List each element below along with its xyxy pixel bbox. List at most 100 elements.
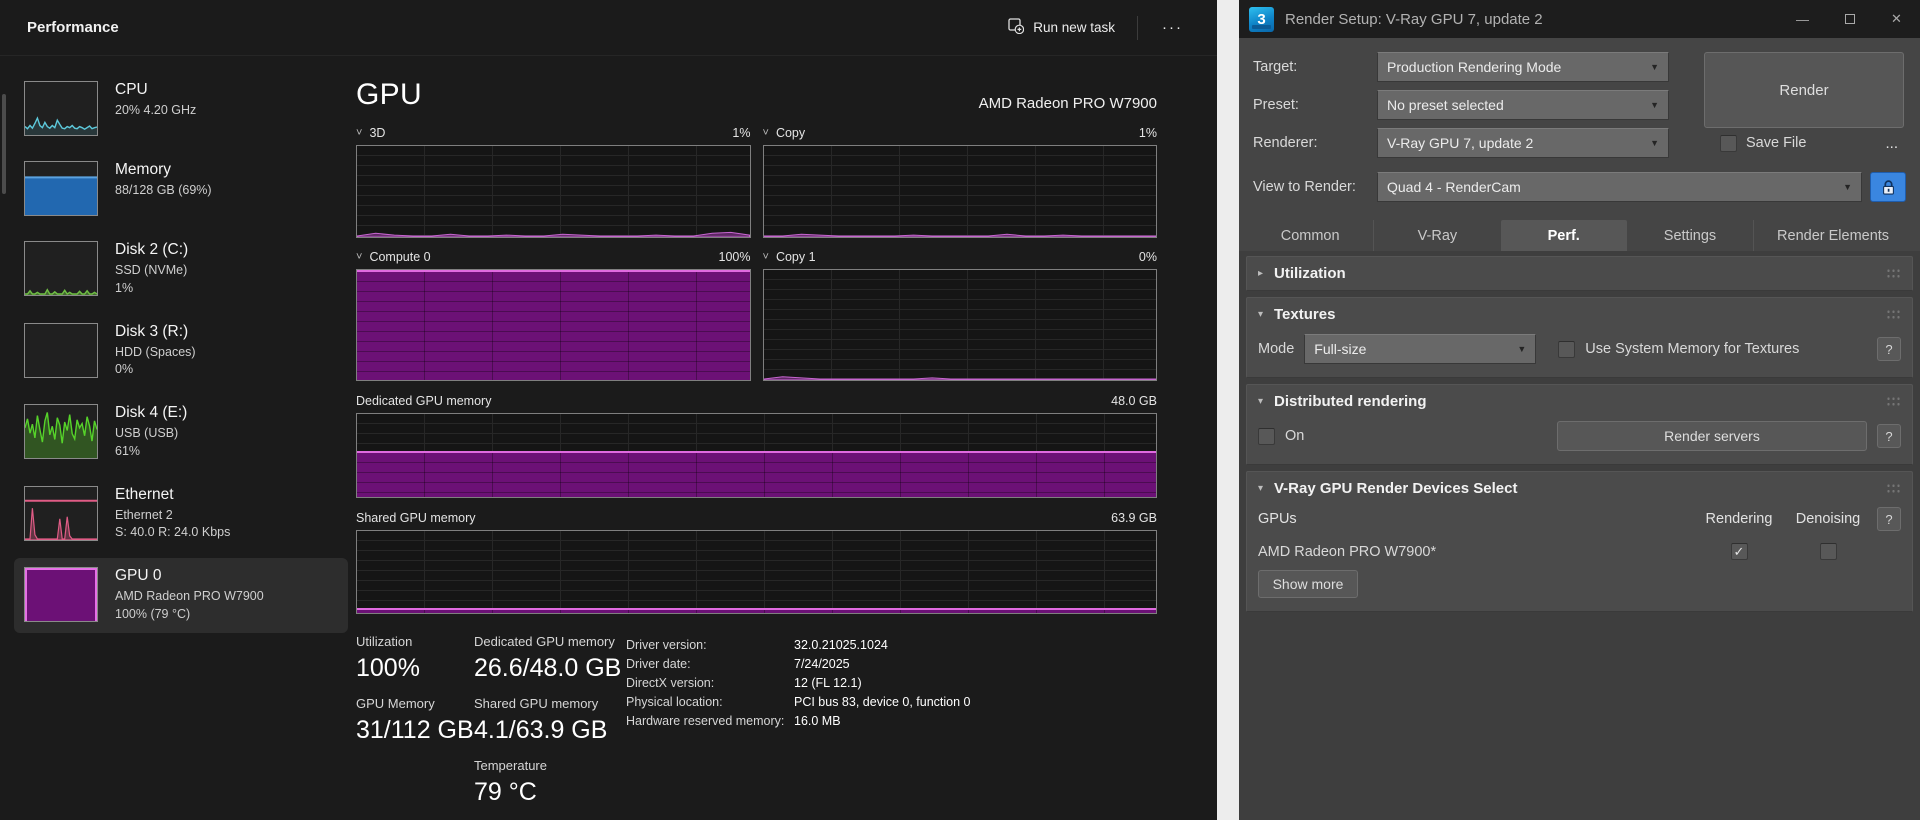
gpu0-sparkline — [24, 567, 98, 622]
chart-copy-label-row: ˅ Copy 1% — [763, 126, 1158, 140]
rollout-distributed-header[interactable]: ▾ Distributed rendering — [1258, 385, 1901, 418]
renderer-dropdown-value: V-Ray GPU 7, update 2 — [1387, 135, 1533, 151]
distributed-on-checkbox[interactable] — [1258, 428, 1275, 445]
detail-value: 12 (FL 12.1) — [794, 674, 862, 693]
detail-key: DirectX version: — [626, 674, 794, 693]
disk4-item-line2: 61% — [115, 443, 187, 461]
3ds-max-icon: 3 — [1249, 7, 1274, 32]
gpu-stats-col2: Dedicated GPU memory 26.6/48.0 GB Shared… — [474, 634, 626, 820]
help-button[interactable]: ? — [1877, 337, 1901, 361]
drag-grip-icon[interactable] — [1886, 309, 1901, 320]
denoising-checkbox[interactable] — [1820, 543, 1837, 560]
chart-3d-label: 3D — [369, 126, 385, 140]
view-to-render-dropdown[interactable]: Quad 4 - RenderCam ▼ — [1377, 172, 1862, 202]
task-manager-body: CPU 20% 4.20 GHz Memory 88/128 GB (69%) … — [0, 56, 1217, 820]
stat-shared-memory-label: Shared GPU memory — [474, 696, 626, 711]
expanded-arrow-icon: ▾ — [1258, 396, 1274, 407]
cpu-item-line1: 20% 4.20 GHz — [115, 102, 196, 120]
sidebar-item-memory[interactable]: Memory 88/128 GB (69%) — [14, 152, 348, 225]
more-options-button[interactable]: ··· — [1148, 15, 1197, 40]
tab-render-elements[interactable]: Render Elements — [1753, 220, 1912, 251]
drag-grip-icon[interactable] — [1886, 396, 1901, 407]
rollout-gpu-devices-header[interactable]: ▾ V-Ray GPU Render Devices Select — [1258, 472, 1901, 505]
tab-vray[interactable]: V-Ray — [1373, 220, 1500, 251]
detail-key: Hardware reserved memory: — [626, 712, 794, 731]
chevron-down-icon[interactable]: ˅ — [356, 252, 362, 263]
shared-memory-label-row: Shared GPU memory 63.9 GB — [356, 511, 1157, 525]
disk2-item-line2: 1% — [115, 280, 188, 298]
dropdown-arrow-icon: ▼ — [1642, 100, 1659, 110]
use-system-memory-label: Use System Memory for Textures — [1585, 341, 1799, 357]
dropdown-arrow-icon: ▼ — [1642, 62, 1659, 72]
render-setup-tabs: Common V-Ray Perf. Settings Render Eleme… — [1247, 220, 1912, 251]
rollout-utilization-header[interactable]: ▸ Utilization — [1258, 257, 1901, 290]
render-button[interactable]: Render — [1704, 52, 1904, 128]
tab-settings[interactable]: Settings — [1627, 220, 1753, 251]
disk2-item-line1: SSD (NVMe) — [115, 262, 188, 280]
chevron-down-icon[interactable]: ˅ — [763, 252, 769, 263]
memory-item-title: Memory — [115, 161, 212, 179]
renderer-row: Renderer: V-Ray GPU 7, update 2 ▼ Save F… — [1253, 128, 1906, 158]
task-manager-window: Performance Run new task ··· — [0, 0, 1217, 820]
performance-sidebar: CPU 20% 4.20 GHz Memory 88/128 GB (69%) … — [0, 56, 356, 820]
stat-gpu-memory-label: GPU Memory — [356, 696, 474, 711]
chart-3d-label-row: ˅ 3D 1% — [356, 126, 751, 140]
detail-directx-version: DirectX version: 12 (FL 12.1) — [626, 674, 1157, 693]
dedicated-memory-label: Dedicated GPU memory — [356, 394, 491, 408]
sidebar-item-gpu0[interactable]: GPU 0 AMD Radeon PRO W7900 100% (79 °C) — [14, 558, 348, 633]
preset-dropdown[interactable]: No preset selected ▼ — [1377, 90, 1669, 120]
engine-charts-row1 — [356, 145, 1157, 238]
render-servers-button[interactable]: Render servers — [1557, 421, 1867, 451]
chart-3d — [356, 145, 751, 238]
drag-grip-icon[interactable] — [1886, 483, 1901, 494]
sidebar-item-cpu[interactable]: CPU 20% 4.20 GHz — [14, 72, 348, 145]
renderer-dropdown[interactable]: V-Ray GPU 7, update 2 ▼ — [1377, 128, 1669, 158]
shared-memory-capacity: 63.9 GB — [1111, 511, 1157, 525]
view-lock-button[interactable] — [1870, 172, 1906, 202]
rollout-utilization: ▸ Utilization — [1246, 256, 1913, 291]
sidebar-item-disk4[interactable]: Disk 4 (E:) USB (USB) 61% — [14, 395, 348, 470]
help-button[interactable]: ? — [1877, 424, 1901, 448]
disk4-item-text: Disk 4 (E:) USB (USB) 61% — [115, 404, 187, 461]
disk4-sparkline — [24, 404, 98, 459]
use-system-memory-checkbox[interactable] — [1558, 341, 1575, 358]
drag-grip-icon[interactable] — [1886, 268, 1901, 279]
sidebar-item-disk3[interactable]: Disk 3 (R:) HDD (Spaces) 0% — [14, 314, 348, 389]
detail-value: PCI bus 83, device 0, function 0 — [794, 693, 971, 712]
rollout-textures-header[interactable]: ▾ Textures — [1258, 298, 1901, 331]
run-new-task-label: Run new task — [1033, 20, 1115, 35]
save-file-checkbox[interactable] — [1720, 135, 1737, 152]
show-more-button[interactable]: Show more — [1258, 570, 1358, 598]
chevron-down-icon[interactable]: ˅ — [356, 128, 362, 139]
disk3-item-line1: HDD (Spaces) — [115, 344, 196, 362]
maximize-button[interactable] — [1826, 0, 1873, 38]
disk2-sparkline — [24, 241, 98, 296]
view-to-render-row: View to Render: Quad 4 - RenderCam ▼ — [1253, 172, 1906, 202]
tab-common[interactable]: Common — [1247, 220, 1373, 251]
close-button[interactable]: ✕ — [1873, 0, 1920, 38]
sidebar-scrollbar[interactable] — [2, 94, 6, 194]
rendering-column-label: Rendering — [1706, 511, 1773, 527]
target-dropdown[interactable]: Production Rendering Mode ▼ — [1377, 52, 1669, 82]
dropdown-arrow-icon: ▼ — [1642, 138, 1659, 148]
texture-mode-dropdown[interactable]: Full-size ▼ — [1304, 334, 1536, 364]
save-file-browse-button[interactable]: ... — [1885, 135, 1906, 152]
chevron-down-icon[interactable]: ˅ — [763, 128, 769, 139]
help-button[interactable]: ? — [1877, 507, 1901, 531]
sidebar-item-disk2[interactable]: Disk 2 (C:) SSD (NVMe) 1% — [14, 232, 348, 307]
gpu-detail-panel: GPU AMD Radeon PRO W7900 ˅ 3D 1% ˅ Copy … — [356, 56, 1217, 820]
run-new-task-button[interactable]: Run new task — [996, 11, 1127, 44]
sidebar-item-ethernet[interactable]: Ethernet Ethernet 2 S: 40.0 R: 24.0 Kbps — [14, 477, 348, 552]
gpu-devices-grid: GPUs Rendering Denoising ? AMD Radeon PR… — [1258, 505, 1901, 566]
stat-temperature-value: 79 °C — [474, 778, 626, 807]
dropdown-arrow-icon: ▼ — [1509, 344, 1526, 354]
stat-shared-memory: Shared GPU memory 4.1/63.9 GB — [474, 696, 626, 745]
minimize-button[interactable]: — — [1779, 0, 1826, 38]
denoising-column-label: Denoising — [1796, 511, 1861, 527]
rollout-distributed-rendering: ▾ Distributed rendering On Render server… — [1246, 384, 1913, 465]
rollout-textures: ▾ Textures Mode Full-size ▼ Use System M… — [1246, 297, 1913, 378]
stat-utilization-label: Utilization — [356, 634, 474, 649]
stat-dedicated-memory-value: 26.6/48.0 GB — [474, 654, 626, 683]
tab-perf[interactable]: Perf. — [1501, 220, 1627, 251]
rendering-checkbox[interactable]: ✓ — [1731, 543, 1748, 560]
